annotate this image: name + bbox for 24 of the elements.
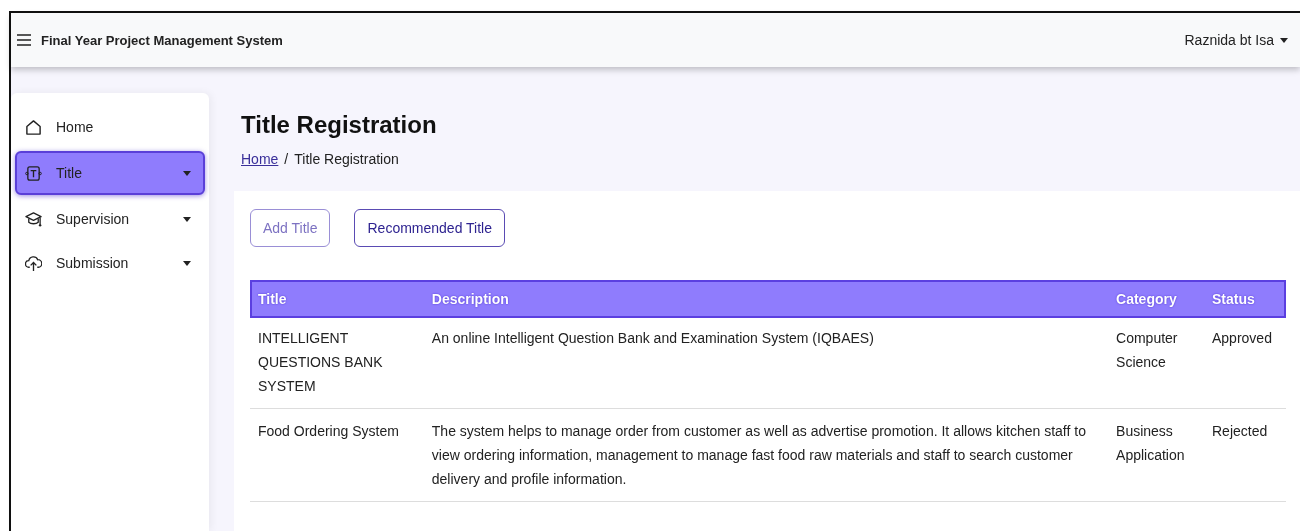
table-cell: Computer Science (1108, 318, 1204, 409)
breadcrumb-link[interactable]: Home (241, 151, 279, 167)
table-cell: The system helps to manage order from customer as well as advertise promotion. It allows kitchen staff to view ordering information, management to manage fast food raw materials and staff to search customer delivery and profile information. (423, 408, 1109, 502)
sidebar-item[interactable]: Home (17, 105, 203, 149)
page-heading: Title Registration (241, 111, 438, 139)
user-menu[interactable]: Raznida bt Isa (1184, 32, 1288, 48)
text-frame-icon (25, 164, 42, 182)
menu-icon[interactable] (17, 34, 31, 46)
graduation-cap-icon (25, 210, 42, 228)
sidebar-item[interactable]: Submission (17, 241, 203, 285)
sidebar-item[interactable]: Title (15, 151, 205, 195)
outline-button[interactable]: Recommended Title (354, 209, 505, 247)
breadcrumb-current: Title Registration (294, 151, 399, 167)
table-cell: Business Application (1108, 408, 1204, 502)
app-title: Final Year Project Management System (41, 32, 283, 48)
home-icon (25, 118, 42, 136)
table-cell: INTELLIGENT QUESTIONS BANK SYSTEM (250, 318, 424, 409)
cloud-upload-icon (25, 254, 42, 272)
table-cell: Rejected (1204, 408, 1286, 502)
breadcrumb-separator: / (284, 151, 289, 167)
table-cell: Approved (1204, 318, 1286, 409)
sidebar-item[interactable]: Supervision (17, 197, 203, 241)
table-cell: Food Ordering System (250, 408, 424, 502)
table-cell: An online Intelligent Question Bank and Examination System (IQBAES) (423, 318, 1109, 409)
